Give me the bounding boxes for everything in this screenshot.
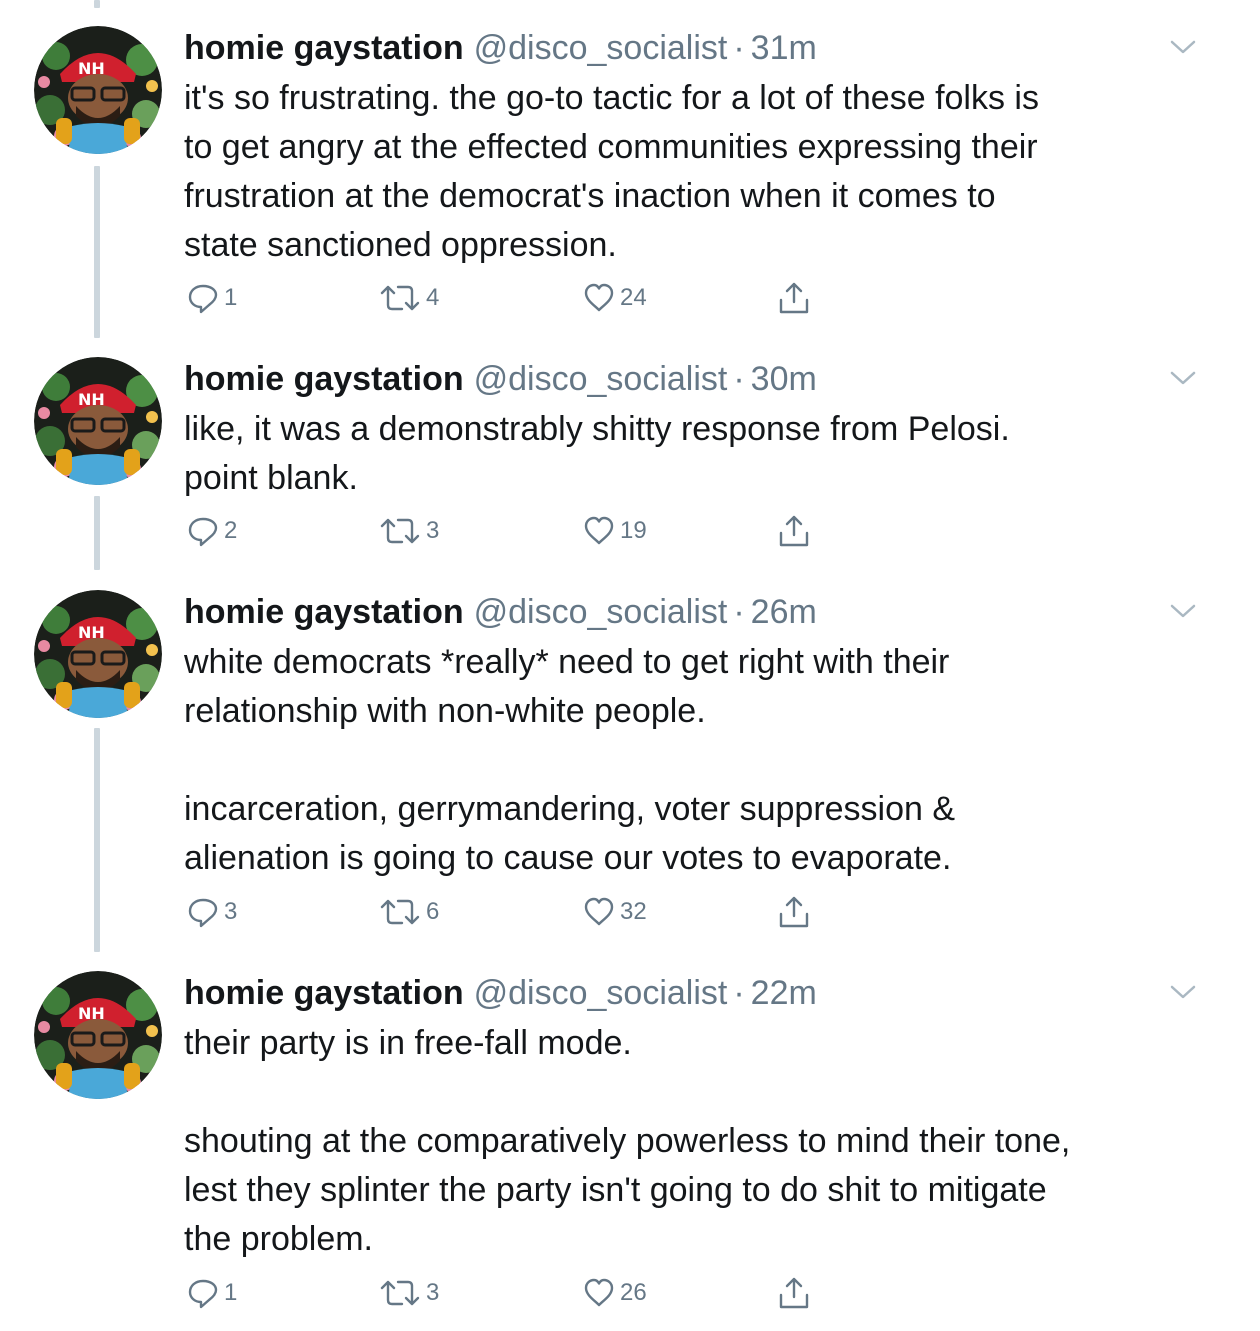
separator: · <box>733 360 745 398</box>
timestamp[interactable]: 30m <box>751 357 817 401</box>
tweet-actions: 1 4 24 <box>184 278 824 318</box>
tweet[interactable]: NH homie gaystation @disco_socialist · 2… <box>0 590 1260 950</box>
tweet-thread: NH homie gaystation @disco_socialist · 3… <box>0 0 1260 1331</box>
retweet-count: 4 <box>426 284 440 311</box>
tweet[interactable]: NH homie gaystation @disco_socialist · 2… <box>0 971 1260 1326</box>
share-button[interactable] <box>776 511 812 551</box>
share-icon <box>779 1277 809 1309</box>
reply-icon <box>188 517 218 547</box>
reply-button[interactable]: 1 <box>186 1273 237 1313</box>
tweet-actions: 2 3 19 <box>184 511 824 551</box>
username[interactable]: @disco_socialist <box>474 971 728 1015</box>
tweet[interactable]: NH homie gaystation @disco_socialist · 3… <box>0 26 1260 346</box>
reply-count: 1 <box>224 1279 238 1306</box>
tweet-text: their party is in free-fall mode. shouti… <box>184 1024 1071 1258</box>
retweet-button[interactable]: 6 <box>378 892 439 932</box>
tweet-text: like, it was a demonstrably shitty respo… <box>184 410 1010 497</box>
chevron-down-icon[interactable] <box>1168 596 1198 626</box>
share-icon <box>779 282 809 314</box>
reply-button[interactable]: 2 <box>186 511 237 551</box>
reply-icon <box>188 1279 218 1309</box>
timestamp[interactable]: 31m <box>751 26 817 70</box>
heart-icon <box>584 516 614 545</box>
tweet-header: homie gaystation @disco_socialist · 31m <box>184 26 1204 70</box>
display-name[interactable]: homie gaystation <box>184 26 464 70</box>
tweet-text: white democrats *really* need to get rig… <box>184 643 956 877</box>
reply-count: 2 <box>224 517 238 544</box>
display-name[interactable]: homie gaystation <box>184 971 464 1015</box>
retweet-count: 3 <box>426 517 440 544</box>
retweet-icon <box>380 285 420 311</box>
share-icon <box>779 515 809 547</box>
thread-line <box>94 0 100 8</box>
retweet-count: 3 <box>426 1279 440 1306</box>
avatar[interactable]: NH <box>34 590 162 718</box>
avatar[interactable]: NH <box>34 971 162 1099</box>
retweet-icon <box>380 518 420 544</box>
tweet[interactable]: NH homie gaystation @disco_socialist · 3… <box>0 357 1260 577</box>
reply-count: 3 <box>224 898 238 925</box>
reply-button[interactable]: 1 <box>186 278 237 318</box>
retweet-count: 6 <box>426 898 440 925</box>
username[interactable]: @disco_socialist <box>474 590 728 634</box>
like-count: 26 <box>620 1279 647 1306</box>
tweet-header: homie gaystation @disco_socialist · 22m <box>184 971 1204 1015</box>
retweet-button[interactable]: 3 <box>378 511 439 551</box>
reply-count: 1 <box>224 284 238 311</box>
separator: · <box>733 974 745 1012</box>
like-count: 19 <box>620 517 647 544</box>
separator: · <box>733 593 745 631</box>
retweet-button[interactable]: 3 <box>378 1273 439 1313</box>
retweet-button[interactable]: 4 <box>378 278 439 318</box>
share-button[interactable] <box>776 892 812 932</box>
like-count: 32 <box>620 898 647 925</box>
like-button[interactable]: 32 <box>582 892 647 932</box>
reply-icon <box>188 284 218 314</box>
retweet-icon <box>380 1280 420 1306</box>
username[interactable]: @disco_socialist <box>474 26 728 70</box>
tweet-header: homie gaystation @disco_socialist · 30m <box>184 357 1204 401</box>
chevron-down-icon[interactable] <box>1168 977 1198 1007</box>
display-name[interactable]: homie gaystation <box>184 357 464 401</box>
separator: · <box>733 29 745 67</box>
tweet-actions: 1 3 26 <box>184 1273 824 1313</box>
username[interactable]: @disco_socialist <box>474 357 728 401</box>
retweet-icon <box>380 899 420 925</box>
reply-button[interactable]: 3 <box>186 892 237 932</box>
like-count: 24 <box>620 284 647 311</box>
share-button[interactable] <box>776 1273 812 1313</box>
heart-icon <box>584 1278 614 1307</box>
avatar[interactable]: NH <box>34 26 162 154</box>
like-button[interactable]: 19 <box>582 511 647 551</box>
timestamp[interactable]: 22m <box>751 971 817 1015</box>
timestamp[interactable]: 26m <box>751 590 817 634</box>
heart-icon <box>584 897 614 926</box>
chevron-down-icon[interactable] <box>1168 363 1198 393</box>
share-button[interactable] <box>776 278 812 318</box>
tweet-actions: 3 6 32 <box>184 892 824 932</box>
chevron-down-icon[interactable] <box>1168 32 1198 62</box>
tweet-text: it's so frustrating. the go-to tactic fo… <box>184 79 1039 264</box>
display-name[interactable]: homie gaystation <box>184 590 464 634</box>
heart-icon <box>584 283 614 312</box>
avatar[interactable]: NH <box>34 357 162 485</box>
tweet-header: homie gaystation @disco_socialist · 26m <box>184 590 1204 634</box>
like-button[interactable]: 24 <box>582 278 647 318</box>
like-button[interactable]: 26 <box>582 1273 647 1313</box>
reply-icon <box>188 898 218 928</box>
share-icon <box>779 896 809 928</box>
